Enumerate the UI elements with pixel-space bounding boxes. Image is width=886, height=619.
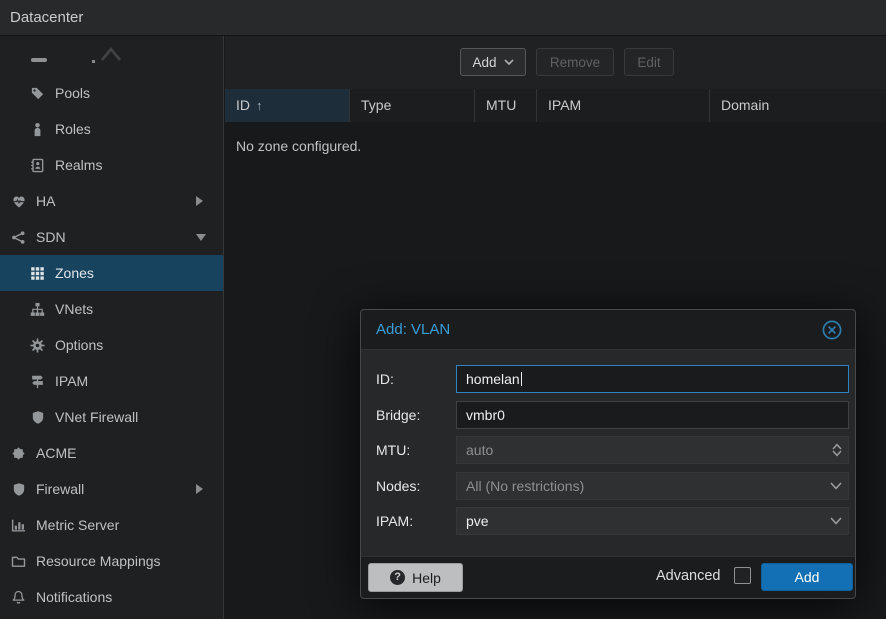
certificate-icon <box>10 446 27 461</box>
page-title: Datacenter <box>10 9 83 26</box>
folder-icon <box>10 554 27 569</box>
dialog-footer: ? Help Advanced Add <box>361 556 855 598</box>
ipam-combobox[interactable]: pve <box>456 507 849 535</box>
sidebar-item-label: Firewall <box>36 481 84 497</box>
sidebar-item-label: IPAM <box>55 373 88 389</box>
proxmox-app: Datacenter Pools Roles Realms HA SDN <box>0 0 886 619</box>
ipam-label: IPAM: <box>376 507 413 535</box>
chevron-down-icon[interactable] <box>196 234 206 241</box>
partial-item-fragment <box>31 58 47 62</box>
sidebar-item-label: Options <box>55 337 103 353</box>
sitemap-icon <box>29 302 46 317</box>
sidebar-item-zones[interactable]: Zones <box>0 255 223 291</box>
chevron-down-icon[interactable] <box>830 508 842 534</box>
gear-icon <box>29 338 46 353</box>
help-button[interactable]: ? Help <box>368 563 463 592</box>
close-icon[interactable] <box>822 320 842 340</box>
address-book-icon <box>29 158 46 173</box>
sidebar-tree: Pools Roles Realms HA SDN Zones VNets <box>0 36 224 619</box>
spinner-up-down-icon[interactable] <box>832 437 842 463</box>
field-row-ipam: IPAM: pve <box>361 507 855 535</box>
sidebar-item-label: Notifications <box>36 589 112 605</box>
sidebar-item-options[interactable]: Options <box>0 327 223 363</box>
column-header-mtu[interactable]: MTU <box>474 89 536 122</box>
tag-icon <box>29 86 46 101</box>
map-signs-icon <box>29 374 46 389</box>
column-header-ipam[interactable]: IPAM <box>536 89 709 122</box>
shield-icon <box>29 410 46 425</box>
grid-icon <box>29 266 46 281</box>
mtu-spinner[interactable]: auto <box>456 436 849 464</box>
remove-button[interactable]: Remove <box>536 48 614 76</box>
sidebar-item-vnet-firewall[interactable]: VNet Firewall <box>0 399 223 435</box>
top-bar: Datacenter <box>0 0 886 36</box>
sidebar-item-ipam[interactable]: IPAM <box>0 363 223 399</box>
chevron-down-icon[interactable] <box>830 473 842 499</box>
sidebar-item-label: Roles <box>55 121 91 137</box>
sidebar-item-pools[interactable]: Pools <box>0 75 223 111</box>
sidebar-item-metric-server[interactable]: Metric Server <box>0 507 223 543</box>
heartbeat-icon <box>10 194 27 209</box>
partial-item-fragment <box>92 60 95 63</box>
sidebar-item-label: Zones <box>55 265 94 281</box>
table-empty-message: No zone configured. <box>236 138 361 154</box>
sidebar-item-label: Pools <box>55 85 90 101</box>
sidebar-item-label: Resource Mappings <box>36 553 161 569</box>
field-row-mtu: MTU: auto <box>361 436 855 464</box>
network-icon <box>10 230 27 245</box>
advanced-label: Advanced <box>656 568 721 584</box>
field-row-id: ID: homelan <box>361 365 855 393</box>
sidebar-item-notifications[interactable]: Notifications <box>0 579 223 615</box>
sidebar-item-realms[interactable]: Realms <box>0 147 223 183</box>
dialog-header: Add: VLAN <box>361 310 855 350</box>
column-header-type[interactable]: Type <box>349 89 474 122</box>
nodes-label: Nodes: <box>376 472 420 500</box>
sidebar-item-label: HA <box>36 193 55 209</box>
field-row-nodes: Nodes: All (No restrictions) <box>361 472 855 500</box>
sort-ascending-icon: ↑ <box>256 98 263 113</box>
advanced-checkbox[interactable] <box>734 567 751 584</box>
question-mark-icon: ? <box>390 570 405 585</box>
sidebar-item-label: Realms <box>55 157 102 173</box>
person-icon <box>29 122 46 137</box>
sidebar-item-resource-mappings[interactable]: Resource Mappings <box>0 543 223 579</box>
sidebar-item-label: Metric Server <box>36 517 119 533</box>
table-header: ID↑ Type MTU IPAM Domain <box>225 89 886 122</box>
sidebar-item-sdn[interactable]: SDN <box>0 219 223 255</box>
bar-chart-icon <box>10 518 27 533</box>
chevron-down-icon <box>504 59 514 65</box>
column-header-id[interactable]: ID↑ <box>225 89 349 122</box>
nodes-combobox[interactable]: All (No restrictions) <box>456 472 849 500</box>
toolbar: Add Remove Edit <box>225 36 886 89</box>
shield-icon <box>10 482 27 497</box>
id-input[interactable]: homelan <box>456 365 849 393</box>
sidebar-item-acme[interactable]: ACME <box>0 435 223 471</box>
mtu-label: MTU: <box>376 436 410 464</box>
sidebar-scroll-up-icon[interactable] <box>99 45 123 63</box>
add-vlan-dialog: Add: VLAN ID: homelan Bridge: vmbr0 MTU:… <box>360 309 856 599</box>
id-label: ID: <box>376 365 394 393</box>
sidebar-item-ha[interactable]: HA <box>0 183 223 219</box>
bridge-label: Bridge: <box>376 401 420 429</box>
sidebar-item-vnets[interactable]: VNets <box>0 291 223 327</box>
edit-button[interactable]: Edit <box>624 48 674 76</box>
bridge-input[interactable]: vmbr0 <box>456 401 849 429</box>
dialog-title: Add: VLAN <box>376 310 450 350</box>
bell-icon <box>10 590 27 605</box>
sidebar-item-roles[interactable]: Roles <box>0 111 223 147</box>
sidebar-item-label: VNets <box>55 301 93 317</box>
chevron-right-icon[interactable] <box>196 484 203 494</box>
chevron-right-icon[interactable] <box>196 196 203 206</box>
field-row-bridge: Bridge: vmbr0 <box>361 401 855 429</box>
sidebar-item-label: SDN <box>36 229 66 245</box>
sidebar-item-label: ACME <box>36 445 76 461</box>
sidebar-item-label: VNet Firewall <box>55 409 138 425</box>
sidebar-item-firewall[interactable]: Firewall <box>0 471 223 507</box>
dialog-add-button[interactable]: Add <box>761 563 853 591</box>
add-button[interactable]: Add <box>460 48 526 76</box>
text-cursor <box>521 372 522 386</box>
column-header-domain[interactable]: Domain <box>709 89 886 122</box>
